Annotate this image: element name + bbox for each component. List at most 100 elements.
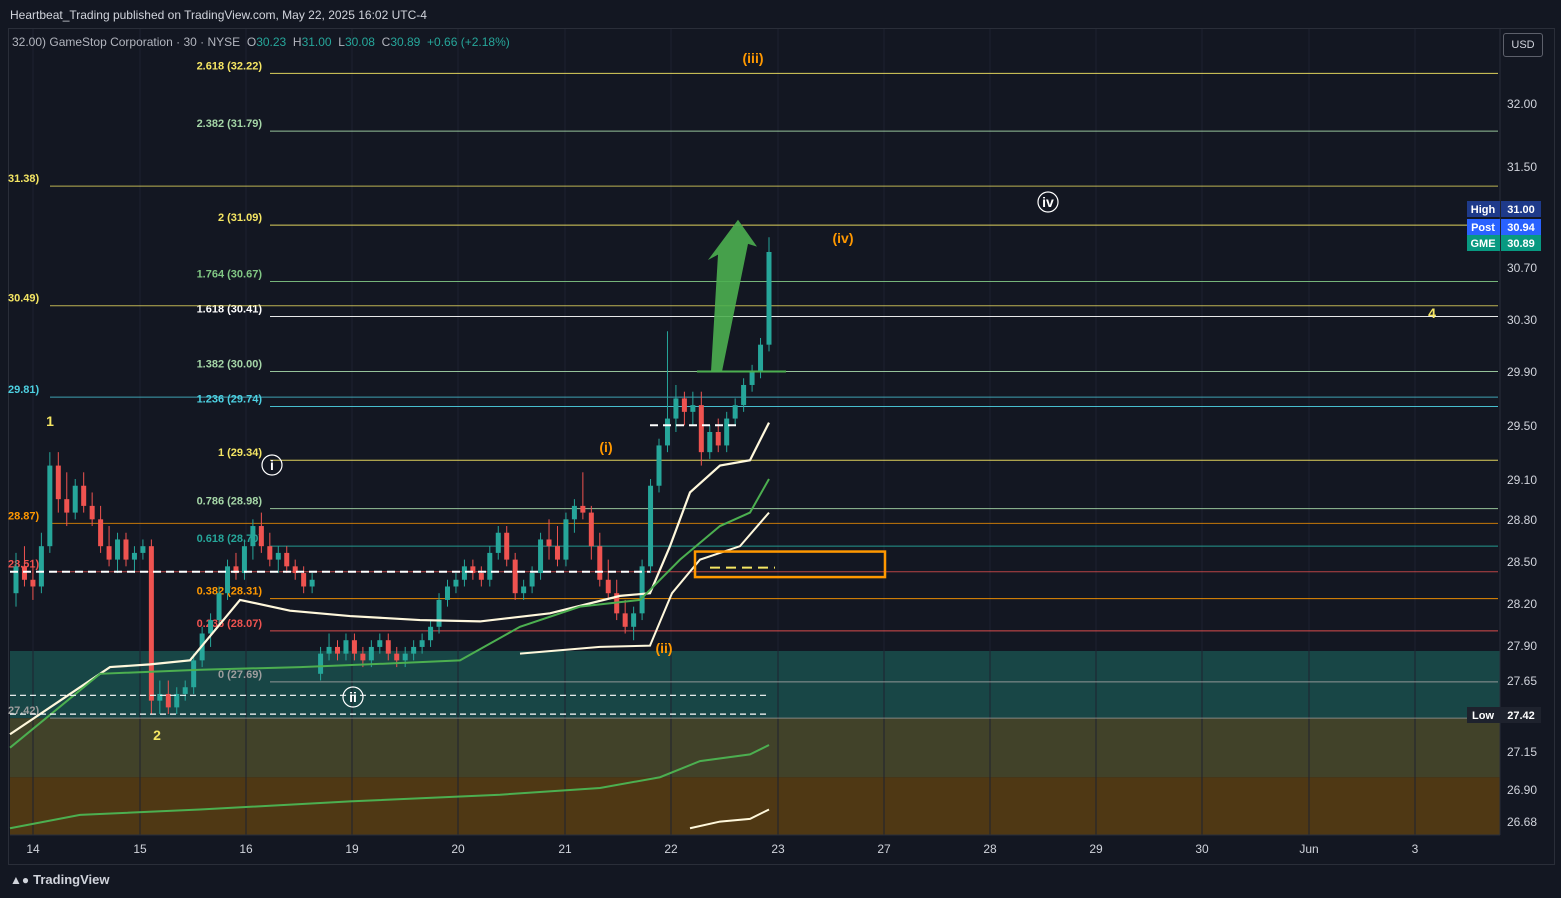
candle-body-25	[225, 566, 231, 594]
candle-body-39	[343, 640, 349, 654]
candle-body-2	[30, 579, 36, 587]
candle-body-62	[538, 539, 544, 574]
open-label: O	[246, 35, 257, 49]
wave-label-1: iv	[1042, 194, 1054, 210]
candle-body-83	[715, 432, 721, 446]
x-tick-8: 27	[877, 842, 891, 856]
left-fib-label-2: 29.81)	[8, 384, 40, 396]
candle-body-45	[394, 653, 400, 661]
candle-body-56	[487, 552, 493, 580]
wave-label-9: 2	[153, 727, 161, 743]
candle-body-88	[758, 344, 764, 372]
candle-body-46	[402, 653, 408, 661]
x-tick-9: 28	[983, 842, 997, 856]
wave-label-5: i	[270, 457, 274, 473]
candle-body-9	[89, 505, 95, 520]
candle-body-80	[690, 405, 696, 412]
candle-body-24	[216, 593, 222, 621]
high-label: H	[292, 35, 302, 49]
candle-body-19	[174, 693, 180, 708]
candle-body-72	[622, 613, 628, 627]
tradingview-logo-icon: ▲●	[10, 873, 30, 887]
symbol-prefix: 32.00)	[12, 35, 47, 49]
candle-body-84	[724, 418, 730, 446]
x-tick-3: 19	[345, 842, 359, 856]
candle-body-14	[131, 552, 137, 560]
change-value: +0.66 (+2.18%)	[427, 35, 510, 49]
candle-body-87	[749, 371, 755, 385]
open-value: 30.23	[256, 35, 287, 49]
symbol-info-bar: 32.00) GameStop Corporation · 30 · NYSE …	[12, 35, 510, 49]
zone-band-2	[10, 777, 1500, 835]
x-tick-4: 20	[451, 842, 465, 856]
candle-body-3	[38, 546, 44, 587]
y-tick-14: 26.68	[1507, 815, 1537, 829]
y-tick-6: 29.10	[1507, 473, 1537, 487]
candle-body-30	[267, 546, 273, 560]
x-tick-0: 14	[26, 842, 40, 856]
target-box	[693, 550, 887, 579]
badge-value-0: 31.00	[1507, 204, 1535, 216]
candle-body-81	[698, 405, 704, 453]
left-fib-label-5: 27.42)	[8, 705, 40, 717]
candle-body-89	[766, 251, 772, 345]
y-tick-7: 28.80	[1507, 513, 1537, 527]
candle-body-79	[681, 398, 687, 412]
y-tick-4: 29.90	[1507, 365, 1537, 379]
candle-body-37	[326, 646, 332, 654]
candle-body-85	[732, 405, 738, 419]
x-tick-1: 15	[133, 842, 147, 856]
fib-label-11: 0.236 (28.07)	[197, 618, 263, 630]
green-up-arrow	[708, 219, 757, 372]
wave-label-4: 1	[46, 413, 54, 429]
candle-body-50	[436, 599, 442, 627]
candle-body-44	[385, 640, 391, 654]
y-tick-1: 31.50	[1507, 160, 1537, 174]
candle-body-1	[21, 566, 27, 580]
low-value: 30.08	[344, 35, 375, 49]
candle-body-0	[13, 566, 19, 594]
candle-body-74	[639, 566, 645, 614]
y-tick-0: 32.00	[1507, 97, 1537, 111]
candle-body-40	[351, 640, 357, 654]
candle-body-47	[411, 646, 417, 654]
badge-value-1: 30.94	[1507, 222, 1535, 234]
wave-label-8: ii	[349, 689, 357, 705]
badge-label-3: Low	[1472, 710, 1494, 722]
y-tick-2: 30.70	[1507, 261, 1537, 275]
tradingview-logo: ▲● TradingView	[10, 872, 109, 887]
x-tick-13: 3	[1412, 842, 1419, 856]
candle-body-10	[98, 519, 104, 547]
candle-body-65	[563, 519, 569, 560]
candle-body-82	[707, 432, 713, 453]
candle-body-8	[81, 485, 87, 506]
badge-label-1: Post	[1471, 222, 1495, 234]
x-tick-11: 30	[1195, 842, 1209, 856]
x-tick-6: 22	[664, 842, 678, 856]
candle-body-42	[368, 646, 374, 661]
candle-body-49	[428, 626, 434, 641]
candle-body-69	[597, 546, 603, 580]
candle-body-61	[529, 573, 535, 587]
symbol-interval: 30	[183, 35, 197, 49]
candle-body-4	[47, 465, 53, 547]
wave-label-0: (iii)	[743, 50, 764, 66]
currency-button[interactable]: USD	[1503, 33, 1543, 57]
candle-body-86	[741, 384, 747, 406]
candle-body-55	[478, 573, 484, 580]
candle-body-75	[648, 485, 654, 567]
candle-body-29	[258, 526, 264, 547]
symbol-name[interactable]: GameStop Corporation	[49, 35, 172, 49]
candle-body-77	[664, 418, 670, 446]
candle-body-31	[275, 552, 281, 560]
left-fib-label-3: 28.87)	[8, 510, 40, 522]
candle-body-52	[453, 579, 459, 587]
price-chart[interactable]: 2.618 (32.22) 2.382 (31.79) 2 (31.09) 1.764…	[0, 0, 1561, 898]
y-tick-10: 27.90	[1507, 639, 1537, 653]
symbol-exchange: NYSE	[207, 35, 241, 49]
wave-label-6: (i)	[599, 439, 612, 455]
fib-label-12: 0 (27.69)	[218, 669, 262, 681]
wave-label-7: (ii)	[655, 640, 672, 656]
x-tick-10: 29	[1089, 842, 1103, 856]
candle-body-59	[512, 559, 518, 594]
